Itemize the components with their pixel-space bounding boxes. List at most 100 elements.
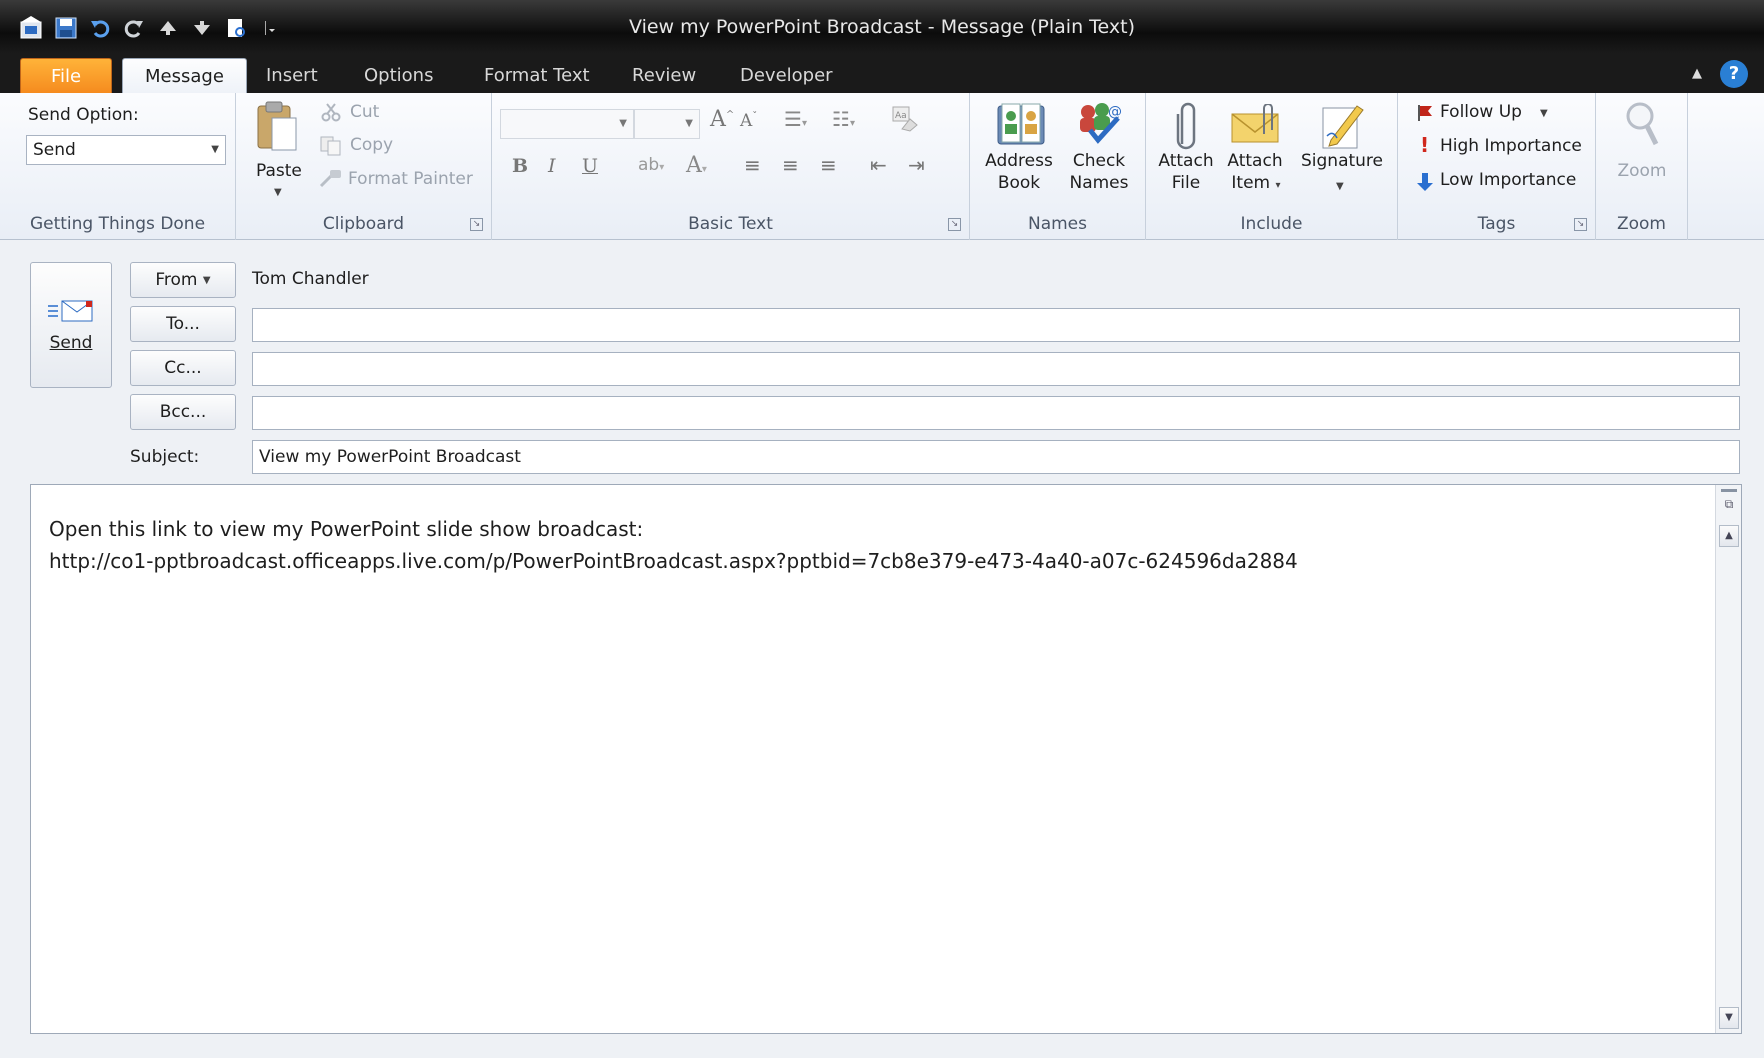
split-handle-icon[interactable] <box>1721 489 1737 492</box>
attach-item-button[interactable]: Attach Item ▾ <box>1222 93 1288 205</box>
clipboard-launcher-icon[interactable]: ↘ <box>470 218 483 231</box>
cut-button[interactable]: Cut <box>350 102 379 122</box>
chevron-down-icon: ▼ <box>619 118 627 129</box>
tab-developer[interactable]: Developer <box>718 58 855 94</box>
svg-text:Aa: Aa <box>895 111 907 121</box>
tab-file[interactable]: File <box>20 58 113 94</box>
paste-label[interactable]: Paste <box>256 161 302 181</box>
zoom-label: Zoom <box>1617 161 1667 181</box>
help-icon[interactable]: ? <box>1720 60 1748 88</box>
paste-dropdown-icon[interactable]: ▼ <box>274 187 282 198</box>
check-names-label-line2: Names <box>1069 173 1129 193</box>
scroll-down-button[interactable]: ▼ <box>1719 1007 1739 1029</box>
format-painter-icon <box>318 167 344 189</box>
from-button[interactable]: From ▼ <box>130 262 236 298</box>
message-body-text: Open this link to view my PowerPoint sli… <box>49 513 1298 577</box>
message-body[interactable]: Open this link to view my PowerPoint sli… <box>30 484 1742 1034</box>
signature-button[interactable]: Signature ▼ <box>1292 93 1392 205</box>
attach-file-label-line2: File <box>1171 173 1201 193</box>
vertical-scrollbar[interactable]: ⧉ ▲ ▼ <box>1715 485 1741 1033</box>
split-view-icon[interactable]: ⧉ <box>1720 497 1738 515</box>
copy-button[interactable]: Copy <box>350 135 393 155</box>
attach-item-envelope-icon <box>1228 101 1284 147</box>
chevron-down-icon: ▼ <box>1540 108 1548 119</box>
check-names-button[interactable]: @ Check Names <box>1062 93 1136 205</box>
signature-icon <box>1318 99 1366 151</box>
group-label: Names <box>1027 214 1087 234</box>
check-names-label-line1: Check <box>1072 151 1126 171</box>
body-link[interactable]: http://co1-pptbroadcast.officeapps.live.… <box>49 545 1298 577</box>
signature-label: Signature <box>1300 151 1383 171</box>
follow-up-button[interactable]: Follow Up ▼ <box>1416 99 1592 129</box>
from-label: From <box>155 270 198 290</box>
bullets-icon[interactable]: ☰▾ <box>784 107 807 131</box>
send-button[interactable]: Send <box>30 262 112 388</box>
send-option-select[interactable]: Send ▼ <box>26 135 226 165</box>
tab-message[interactable]: Message <box>122 58 247 94</box>
collapse-ribbon-icon[interactable]: ▲ <box>1692 66 1702 81</box>
paperclip-icon <box>1170 99 1202 151</box>
address-book-button[interactable]: Address Book <box>980 93 1058 205</box>
group-getting-things-done: Send Option: Send ▼ Getting Things Done <box>0 93 236 240</box>
clear-formatting-icon[interactable]: Aa <box>890 105 920 133</box>
group-label: Zoom <box>1616 214 1666 234</box>
group-label: Basic Text <box>688 214 773 234</box>
italic-button[interactable]: I <box>548 155 556 177</box>
group-basic-text: ▼ ▼ A^ Aˇ ☰▾ ☷▾ Aa B I U ab▾ A▾ ≡ ≡ ≡ ⇤ … <box>492 93 970 240</box>
chevron-down-icon: ▼ <box>211 144 219 155</box>
attach-file-label-line1: Attach <box>1158 151 1214 171</box>
bcc-field[interactable] <box>252 396 1740 430</box>
group-tags: Follow Up ▼ ! High Importance Low Import… <box>1398 93 1596 240</box>
low-importance-label: Low Importance <box>1440 170 1577 190</box>
copy-icon <box>320 135 342 157</box>
align-right-icon[interactable]: ≡ <box>820 153 837 177</box>
grow-font-icon[interactable]: A^ <box>710 107 734 132</box>
font-size-select[interactable]: ▼ <box>634 109 700 139</box>
shrink-font-icon[interactable]: Aˇ <box>740 111 757 131</box>
send-option-value: Send <box>33 140 76 160</box>
paste-icon[interactable] <box>252 99 302 155</box>
font-name-select[interactable]: ▼ <box>500 109 634 139</box>
zoom-button[interactable]: Zoom <box>1602 93 1682 205</box>
follow-up-label: Follow Up <box>1440 102 1522 122</box>
decrease-indent-icon[interactable]: ⇤ <box>870 153 887 177</box>
cc-field[interactable] <box>252 352 1740 386</box>
format-painter-button[interactable]: Format Painter <box>348 169 473 189</box>
subject-value: View my PowerPoint Broadcast <box>259 447 521 467</box>
highlight-icon[interactable]: ab▾ <box>638 155 664 175</box>
tab-insert[interactable]: Insert <box>244 58 340 94</box>
tab-options[interactable]: Options <box>342 58 455 94</box>
underline-button[interactable]: U <box>582 155 598 177</box>
group-include: Attach File Attach Item ▾ Signature ▼ In… <box>1146 93 1398 240</box>
flag-icon <box>1418 105 1432 121</box>
ribbon: Send Option: Send ▼ Getting Things Done … <box>0 93 1764 240</box>
bold-button[interactable]: B <box>512 155 528 177</box>
bcc-button[interactable]: Bcc... <box>130 394 236 430</box>
tags-launcher-icon[interactable]: ↘ <box>1574 218 1587 231</box>
low-importance-button[interactable]: Low Importance <box>1416 167 1592 197</box>
cc-button[interactable]: Cc... <box>130 350 236 386</box>
from-value: Tom Chandler <box>252 269 369 289</box>
basic-text-launcher-icon[interactable]: ↘ <box>948 218 961 231</box>
increase-indent-icon[interactable]: ⇥ <box>908 153 925 177</box>
title-bar: View my PowerPoint Broadcast - Message (… <box>0 0 1764 56</box>
scissors-icon <box>320 101 342 123</box>
to-field[interactable] <box>252 308 1740 342</box>
to-button[interactable]: To... <box>130 306 236 342</box>
subject-label: Subject: <box>130 447 200 467</box>
tab-review[interactable]: Review <box>610 58 718 94</box>
align-center-icon[interactable]: ≡ <box>782 153 799 177</box>
group-label: Include <box>1240 214 1303 234</box>
scroll-up-button[interactable]: ▲ <box>1719 525 1739 547</box>
numbering-icon[interactable]: ☷▾ <box>832 107 855 131</box>
subject-field[interactable]: View my PowerPoint Broadcast <box>252 440 1740 474</box>
attach-item-label-line2: Item ▾ <box>1231 173 1281 193</box>
high-importance-button[interactable]: ! High Importance <box>1416 133 1592 163</box>
font-color-button[interactable]: A▾ <box>686 153 707 178</box>
send-option-label: Send Option: <box>28 105 139 125</box>
address-book-label-line2: Book <box>997 173 1041 193</box>
chevron-down-icon: ▼ <box>202 274 211 286</box>
align-left-icon[interactable]: ≡ <box>744 153 761 177</box>
attach-file-button[interactable]: Attach File <box>1154 93 1218 205</box>
tab-format-text[interactable]: Format Text <box>462 58 612 94</box>
